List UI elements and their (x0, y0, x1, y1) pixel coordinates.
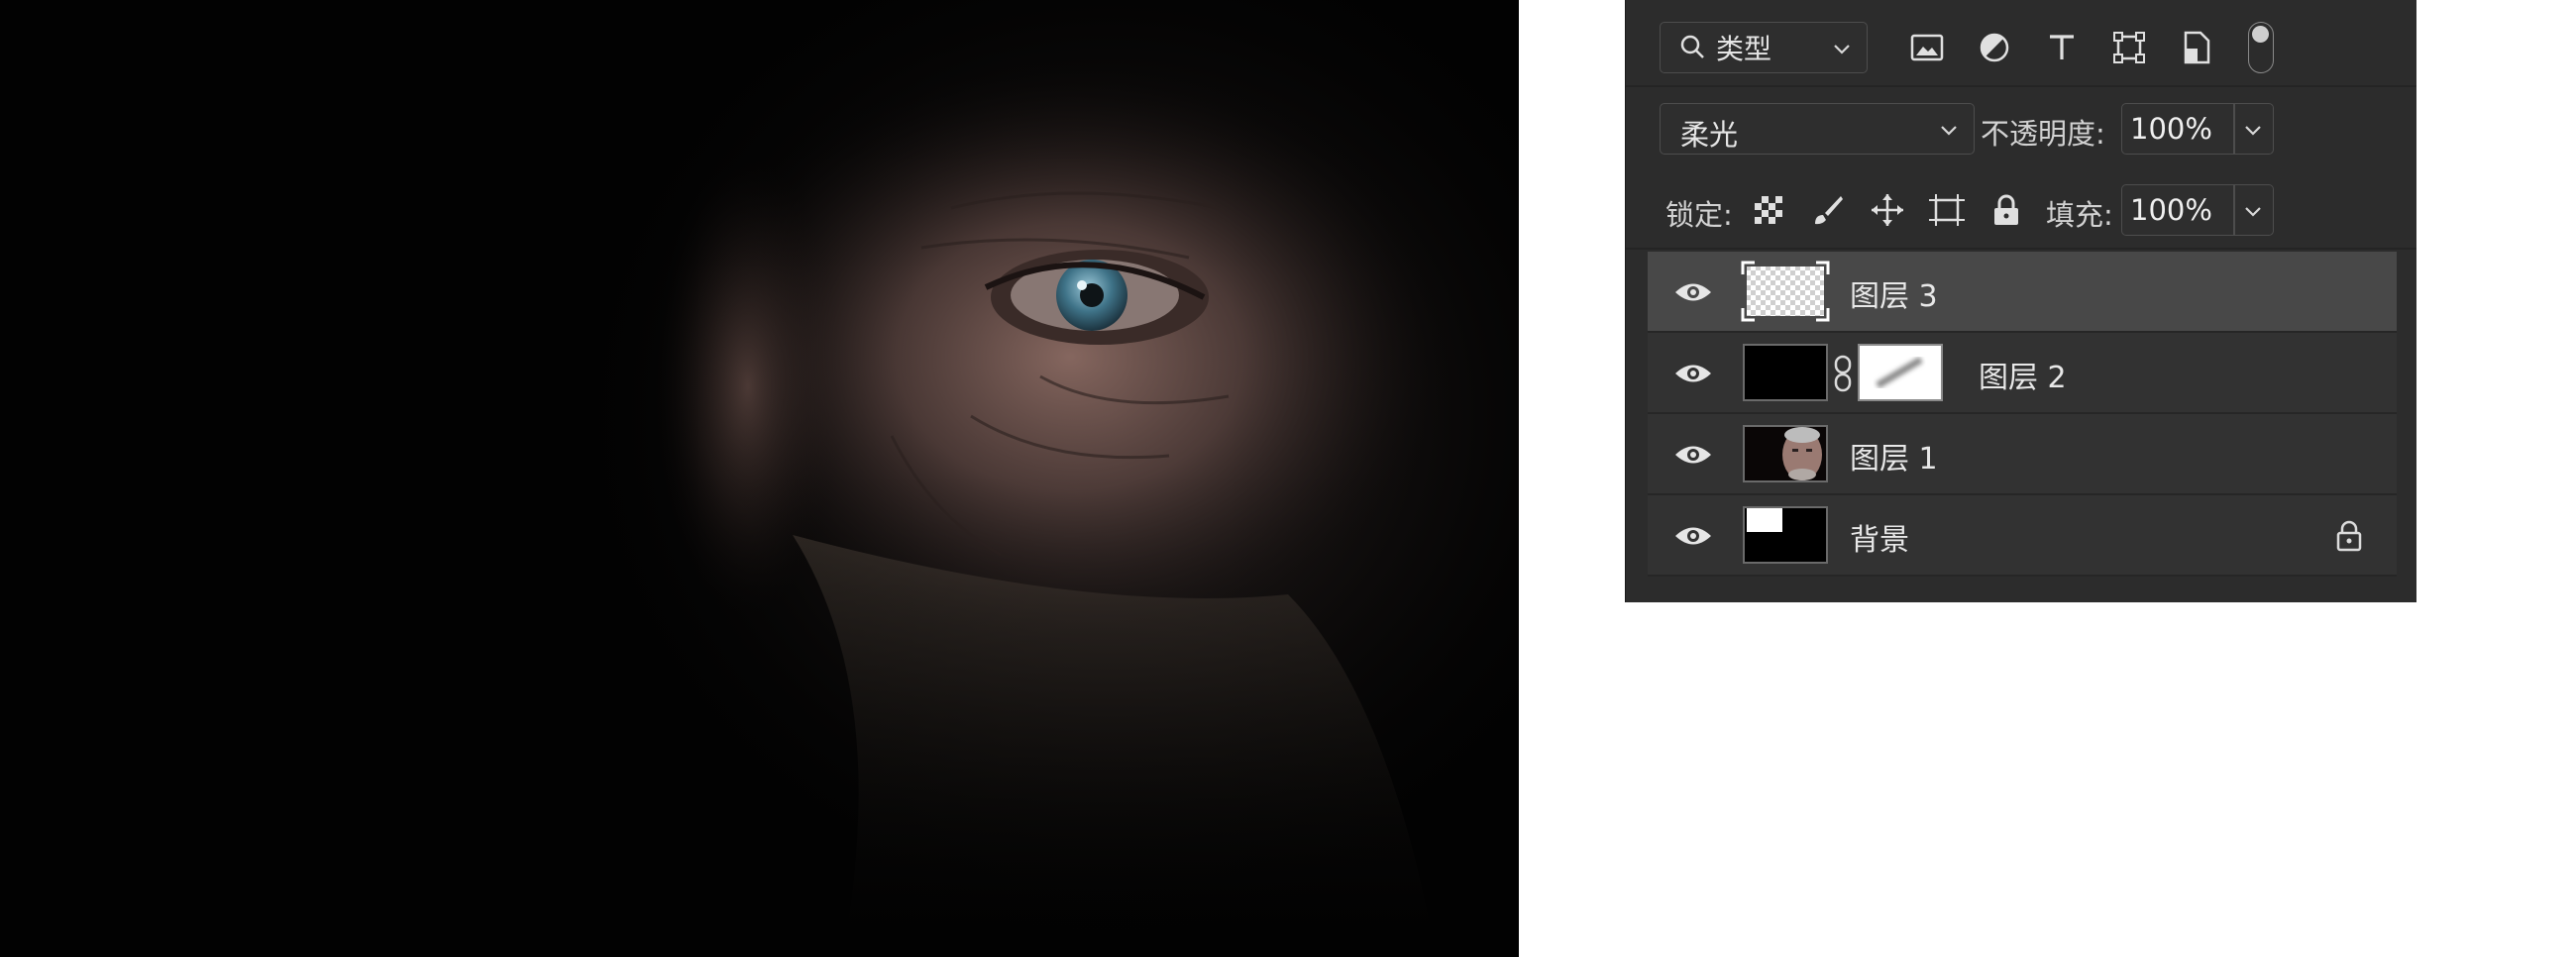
brush-icon[interactable] (1808, 188, 1848, 232)
eye-icon[interactable] (1673, 521, 1713, 551)
link-icon[interactable] (1832, 355, 1854, 392)
fill-field[interactable]: 100% (2121, 184, 2274, 236)
layer-filter-select[interactable]: 类型 (1660, 22, 1868, 73)
blend-mode-value: 柔光 (1680, 118, 1739, 152)
layer-thumbnail (1743, 425, 1828, 482)
fill-value: 100% (2130, 193, 2212, 227)
filter-toggle[interactable] (2248, 22, 2274, 73)
layer-name: 图层 3 (1850, 279, 1938, 314)
layer-name: 图层 1 (1850, 442, 1938, 477)
layer-row[interactable]: 图层 2 (1648, 333, 2397, 414)
artboard-lock-icon[interactable] (1927, 188, 1967, 232)
layer-name: 背景 (1850, 523, 1909, 558)
opacity-field[interactable]: 100% (2121, 103, 2274, 155)
move-icon[interactable] (1868, 188, 1907, 232)
lock-icon[interactable] (2335, 519, 2363, 553)
layer-row[interactable]: 图层 1 (1648, 414, 2397, 495)
smart-object-icon[interactable] (2175, 26, 2218, 69)
layer-row[interactable]: 图层 3 (1648, 252, 2397, 333)
lock-label: 锁定: (1665, 198, 1733, 232)
portrait-photo (0, 0, 1519, 957)
opacity-value: 100% (2130, 112, 2212, 146)
lock-all-icon[interactable] (1986, 188, 2026, 232)
layer-row[interactable]: 背景 (1648, 495, 2397, 577)
chevron-down-icon (1834, 45, 1850, 54)
shape-icon[interactable] (2107, 26, 2151, 69)
eye-icon[interactable] (1673, 277, 1713, 307)
image-icon[interactable] (1905, 26, 1949, 69)
eye-icon[interactable] (1673, 359, 1713, 388)
layers-panel: 类型 柔光 不透明度: 100% 锁定: 填充: 100% 图层 3 图层 2 … (1625, 0, 2416, 602)
search-icon (1680, 35, 1704, 58)
lock-transparent-pixels-icon[interactable] (1749, 188, 1788, 232)
layer-thumbnail (1743, 344, 1828, 401)
opacity-label: 不透明度: (1981, 117, 2105, 151)
layer-thumbnail (1743, 506, 1828, 564)
adjustment-icon[interactable] (1973, 26, 2016, 69)
chevron-down-icon (1941, 126, 1957, 136)
type-icon[interactable] (2040, 26, 2084, 69)
chevron-down-icon[interactable] (2242, 200, 2264, 222)
document-canvas[interactable] (0, 0, 1519, 957)
eye-icon[interactable] (1673, 440, 1713, 470)
fill-label: 填充: (2046, 198, 2113, 232)
layer-thumbnail (1741, 261, 1830, 322)
layer-mask-thumbnail[interactable] (1858, 344, 1943, 401)
filter-label: 类型 (1716, 33, 1772, 65)
layer-name: 图层 2 (1979, 361, 2067, 395)
chevron-down-icon[interactable] (2242, 119, 2264, 141)
blend-mode-select[interactable]: 柔光 (1660, 103, 1975, 155)
